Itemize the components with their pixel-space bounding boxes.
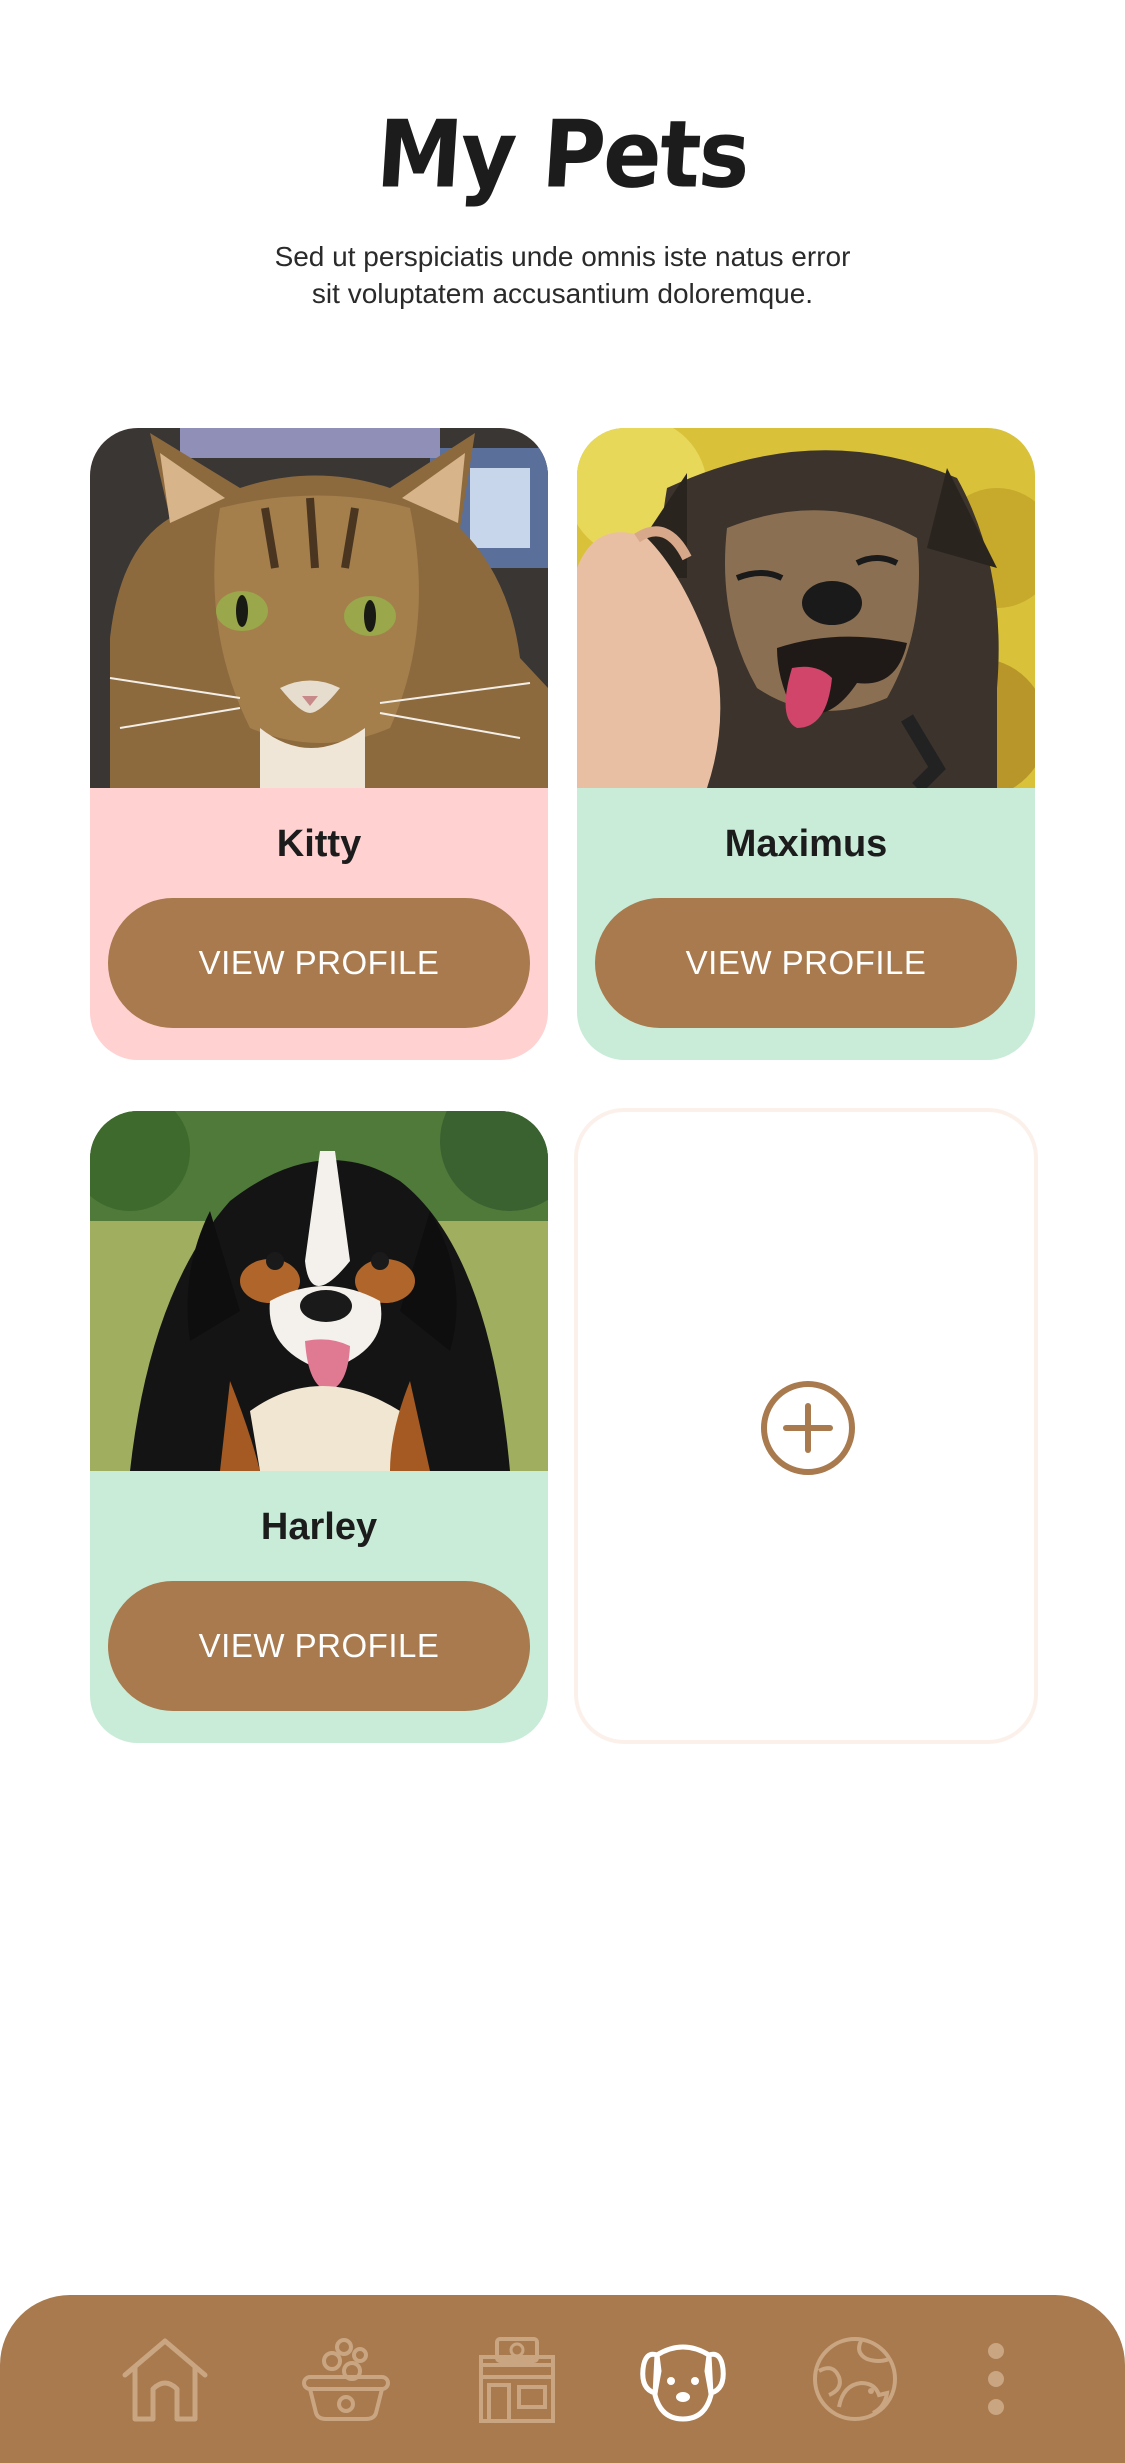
more-vertical-icon <box>988 2343 1004 2415</box>
add-pet-card[interactable] <box>574 1108 1038 1744</box>
pet-card-harley[interactable]: Harley VIEW PROFILE <box>90 1111 548 1743</box>
nav-explore[interactable] <box>809 2333 901 2425</box>
pet-card-kitty[interactable]: Kitty VIEW PROFILE <box>90 428 548 1060</box>
nav-grooming[interactable] <box>300 2333 392 2425</box>
pet-store-icon <box>479 2337 555 2423</box>
page-subtitle-line-2: sit voluptatem accusantium doloremque. <box>311 278 814 309</box>
pet-photo-maximus <box>577 428 1035 788</box>
pet-grooming-icon <box>302 2338 390 2421</box>
plus-circle-icon <box>761 1381 855 1475</box>
dog-face-icon <box>640 2344 726 2422</box>
pet-photo-kitty <box>90 428 548 788</box>
pet-card-maximus[interactable]: Maximus VIEW PROFILE <box>577 428 1035 1060</box>
nav-more[interactable] <box>950 2333 1042 2425</box>
pet-globe-icon <box>813 2337 897 2421</box>
nav-store[interactable] <box>471 2333 563 2425</box>
pet-name: Harley <box>260 1506 378 1548</box>
page-subtitle-line-1: Sed ut perspiciatis unde omnis iste natu… <box>274 241 851 272</box>
view-profile-button-harley[interactable]: VIEW PROFILE <box>108 1581 530 1711</box>
view-profile-button-maximus[interactable]: VIEW PROFILE <box>595 898 1017 1028</box>
view-profile-button-kitty[interactable]: VIEW PROFILE <box>108 898 530 1028</box>
pet-photo-harley <box>90 1111 548 1471</box>
pet-name: Maximus <box>724 823 888 865</box>
bottom-navigation <box>0 2295 1125 2463</box>
pet-name: Kitty <box>276 823 362 865</box>
page-title: My Pets <box>373 101 752 209</box>
home-icon <box>122 2338 208 2422</box>
nav-home[interactable] <box>119 2333 211 2425</box>
nav-my-pets[interactable] <box>637 2333 729 2425</box>
page-subtitle: Sed ut perspiciatis unde omnis iste natu… <box>0 238 1125 312</box>
